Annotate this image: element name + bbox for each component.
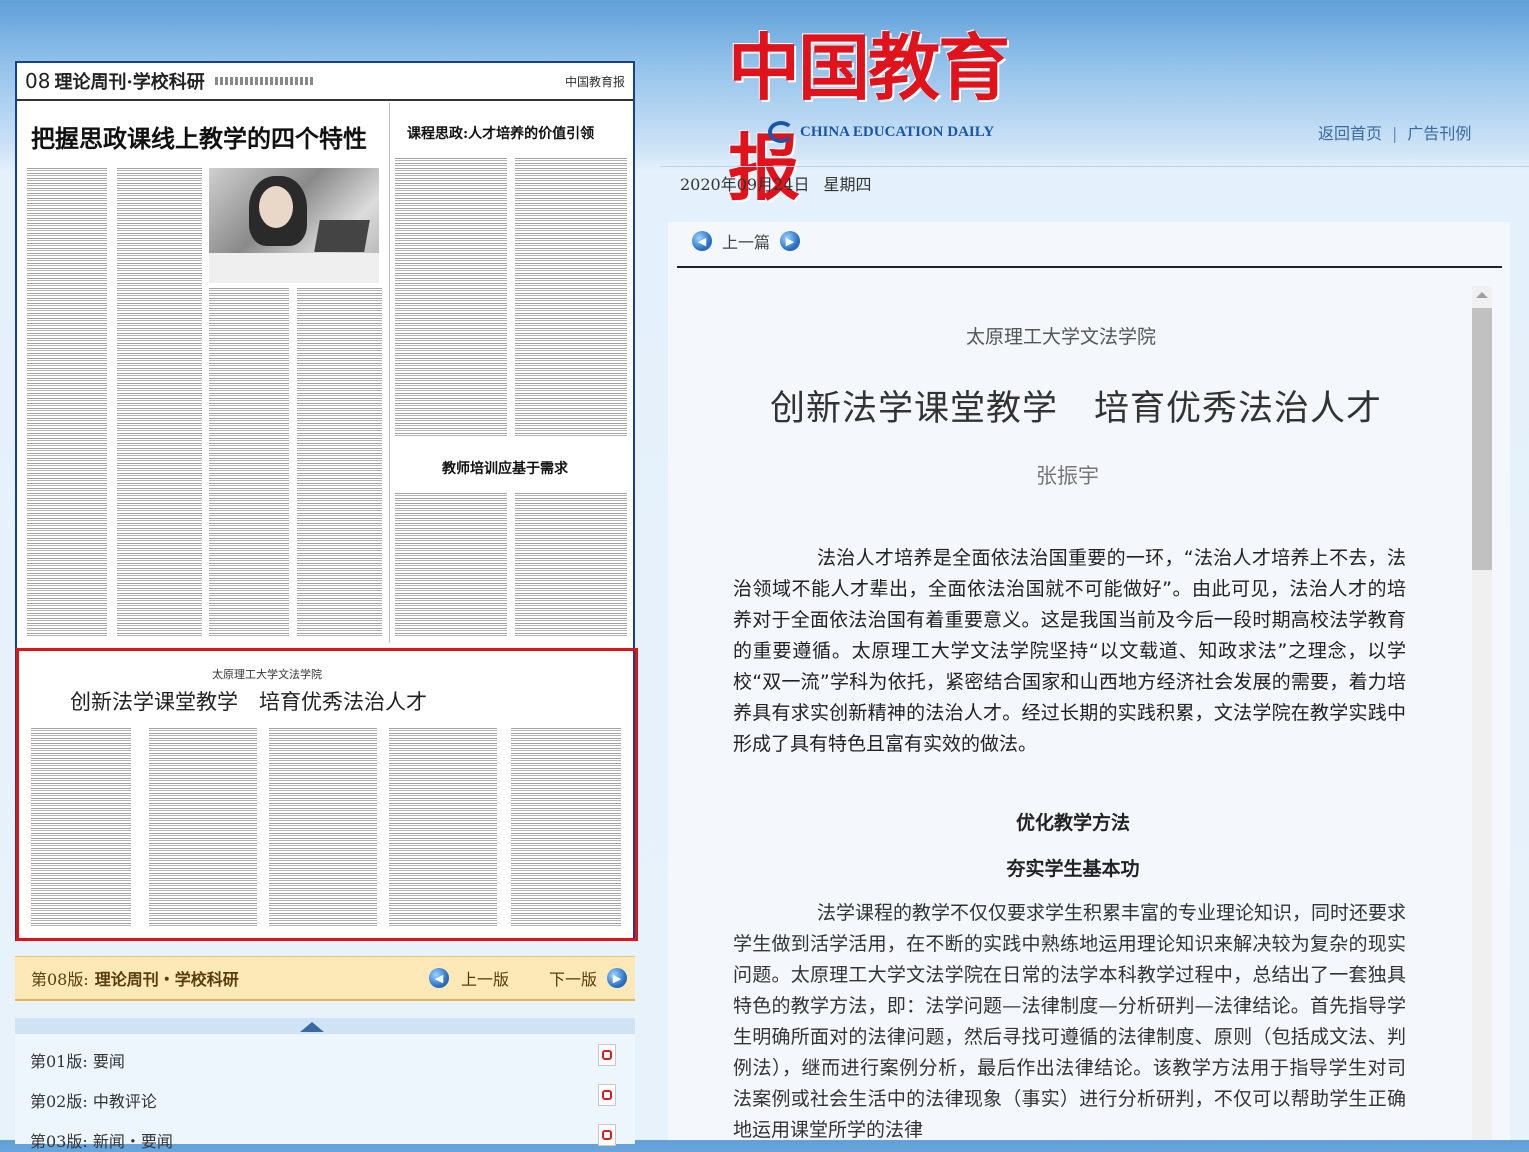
article-body: 法治人才培养是全面依法治国重要的一环，“法治人才培养上不去，法治领域不能人才辈出… [733,543,1406,760]
page-section-title: 理论周刊·学校科研 [54,72,205,93]
page-list-item[interactable]: 第02版: 中教评论 [30,1088,157,1112]
issue-weekday: 星期四 [823,175,872,194]
page-list-item[interactable]: 第01版: 要闻 [30,1048,125,1072]
page-list-name: 要闻 [92,1052,125,1071]
page-list: 第01版: 要闻 第02版: 中教评论 第03版: 新闻・要闻 [15,1034,635,1151]
home-link[interactable]: 返回首页 [1318,124,1382,143]
logo-chinese: 中国教育报 [728,25,1010,210]
student-photo [209,168,379,283]
page-number: 08 [25,69,51,93]
main-headline[interactable]: 把握思政课线上教学的四个特性 [31,119,367,154]
page-label: 第08版: [31,970,89,989]
date-bar: 2020年09月24日 星期四 [660,166,1529,203]
next-article-icon[interactable]: ▶ [780,231,801,251]
ad-rates-link[interactable]: 广告刊例 [1407,124,1471,143]
article-text-block [27,168,107,638]
logo-english: CHINA EDUCATION DAILY [768,118,994,146]
page-list-name: 中教评论 [92,1092,157,1111]
logo-english-text: CHINA EDUCATION DAILY [800,124,995,140]
next-page-button[interactable]: 下一版 ▶ [549,966,627,990]
pdf-icon[interactable] [598,1124,616,1146]
page-nav-bar: 第08版: 理论周刊・学校科研 ◀ 上一版 下一版 ▶ [15,956,635,1001]
article-text-block [297,288,382,638]
page-list-label: 第02版: [30,1092,88,1111]
top-links: 返回首页 | 广告刊例 [1318,120,1471,144]
page-header: 08 理论周刊·学校科研 中国教育报 [17,63,633,101]
next-page-label: 下一版 [548,970,597,989]
article-body-2: 法学课程的教学不仅仅要求学生积累丰富的专业理论知识，同时还要求学生做到活学活用，… [733,898,1406,1146]
article-paragraph: 法学课程的教学不仅仅要求学生积累丰富的专业理论知识，同时还要求学生做到活学活用，… [733,902,1407,1141]
prev-article-link[interactable]: 上一篇 [722,229,770,253]
article-text-block [515,493,627,638]
header-fine-print [214,77,315,85]
issue-date: 2020年09月24日 [680,175,810,194]
prev-article-nav: ◀ 上一篇 ▶ [692,229,801,253]
page-list-collapse-bar[interactable] [15,1018,635,1034]
collapse-up-icon[interactable] [300,1022,324,1032]
pdf-icon[interactable] [598,1084,616,1106]
link-separator: | [1392,124,1398,143]
article-text-block [117,168,202,638]
page-list-label: 第03版: [30,1132,88,1151]
article-text-block [515,158,627,438]
page-list-name: 新闻・要闻 [92,1132,173,1151]
logo-swoosh-icon [768,121,794,143]
page-list-label: 第01版: [30,1052,88,1071]
scrollbar-thumb[interactable] [1472,308,1492,570]
article-text-block [209,288,289,638]
highlight-title[interactable]: 创新法学课堂教学 培育优秀法治人才 [70,686,427,716]
scroll-up-icon[interactable] [1476,292,1488,298]
right-headline[interactable]: 课程思政:人才培养的价值引领 [407,123,594,143]
article-title: 创新法学课堂教学 培育优秀法治人才 [770,389,1383,429]
left-arrow-icon: ◀ [428,968,449,988]
prev-page-label: 上一版 [460,970,509,989]
page-name: 理论周刊・学校科研 [94,970,239,989]
article-organization: 太原理工大学文法学院 [966,326,1157,348]
prev-page-button[interactable]: ◀ 上一版 [428,966,509,990]
pdf-icon[interactable] [598,1044,616,1066]
column-divider [389,103,390,643]
highlight-kicker: 太原理工大学文法学院 [212,668,322,681]
prev-article-icon[interactable]: ◀ [692,231,712,251]
small-masthead: 中国教育报 [564,74,625,89]
article-author: 张振宇 [1036,464,1099,488]
article-text-block [395,493,507,638]
right-arrow-icon: ▶ [607,968,627,988]
article-scrollbar[interactable] [1472,286,1492,1140]
article-paragraph: 法治人才培养是全面依法治国重要的一环，“法治人才培养上不去，法治领域不能人才辈出… [733,547,1406,755]
page-list-item[interactable]: 第03版: 新闻・要闻 [30,1128,173,1152]
article-subheading: 夯实学生基本功 [1006,858,1140,880]
right-headline-2[interactable]: 教师培训应基于需求 [442,458,568,478]
article-text-block [395,158,507,438]
article-divider [677,266,1502,268]
article-subheading: 优化教学方法 [1015,812,1130,834]
